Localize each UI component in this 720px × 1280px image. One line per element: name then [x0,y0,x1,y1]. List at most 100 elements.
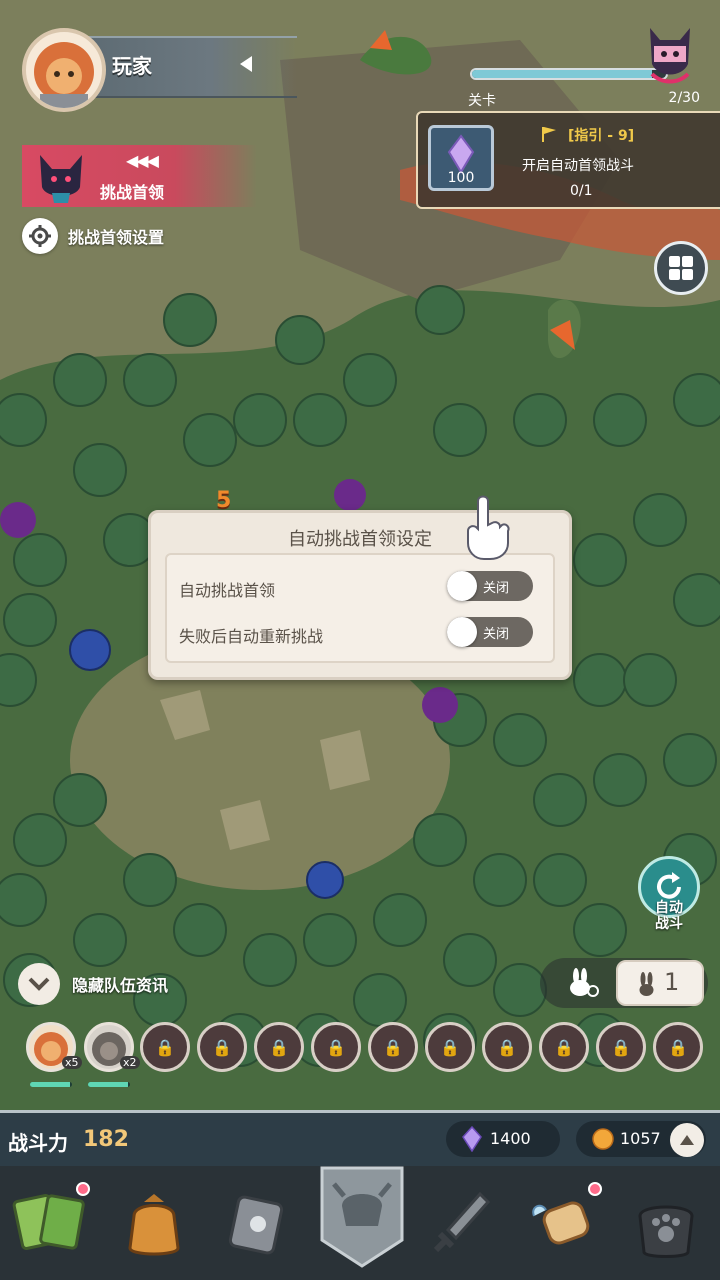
auto-challenge-boss-label: 自动挑战首领 [179,581,276,600]
gem-amount: 1400 [490,1129,531,1148]
triple-arrow-left-icon: ◀◀◀ [126,151,159,170]
dialog-options: 自动挑战首领 关闭 失败后自动重新挑战 关闭 [165,553,555,663]
rabbit-icon [639,972,654,996]
hero-count-badge: x5 [62,1056,82,1069]
stage-count: 2/30 [668,90,700,106]
coin-icon [592,1128,614,1150]
auto-retry-label: 失败后自动重新挑战 [179,627,324,646]
auto-battle-label-line2: 战斗 [655,916,683,932]
lock-icon: 🔒 [440,1037,460,1057]
arrow-left-icon [240,56,252,72]
toggle-knob [447,617,477,647]
locked-slot[interactable]: 🔒 [368,1022,418,1072]
player-avatar[interactable] [22,28,106,112]
toggle-state-label: 关闭 [483,581,510,596]
lock-icon: 🔒 [611,1037,631,1057]
nav-pet-button[interactable] [618,1176,714,1272]
quest-progress: 0/1 [570,183,593,199]
nav-battle-button[interactable] [314,1166,410,1268]
rabbit-settings-icon[interactable] [566,968,600,998]
boss-settings-button[interactable]: 挑战首领设置 [22,217,164,255]
hide-team-label: 隐藏队伍资讯 [72,976,169,995]
nav-cards-button[interactable] [4,1176,100,1272]
combat-power-label: 战斗力 [8,1131,68,1155]
auto-challenge-boss-toggle[interactable]: 关闭 [447,571,533,601]
nav-bag-button[interactable] [106,1176,202,1272]
auto-battle-label: 自动 战斗 [638,900,700,932]
player-info[interactable]: 玩家 [22,28,297,112]
locked-slot[interactable]: 🔒 [311,1022,361,1072]
boss-portrait [32,147,90,205]
triangle-up-icon [680,1135,694,1145]
stage-label: 关卡 [468,93,496,109]
stats-bar: 战斗力 182 1400 1057 [0,1110,720,1166]
pawprint-bag-icon [638,1205,694,1258]
locked-slot[interactable]: 🔒 [425,1022,475,1072]
notification-dot [76,1182,90,1196]
hero-hp-bar [30,1082,72,1087]
flag-icon [540,125,558,147]
lock-icon: 🔒 [497,1037,517,1057]
refresh-icon [657,872,681,899]
hero-count-badge: x2 [120,1056,140,1069]
boss-settings-label: 挑战首领设置 [68,228,165,247]
player-name: 玩家 [112,54,152,78]
quest-panel[interactable]: 100 [指引 - 9] 开启自动首领战斗 0/1 [416,111,720,209]
quest-description: 开启自动首领战斗 [522,158,634,174]
gem-counter[interactable]: 1400 [446,1121,560,1157]
team-slots: x5 x2 🔒 🔒 🔒 🔒 🔒 🔒 🔒 🔒 🔒 🔒 [24,1020,720,1090]
menu-grid-button[interactable] [654,241,708,295]
auto-battle-button[interactable]: 自动 战斗 [638,856,702,940]
lock-icon: 🔒 [668,1037,688,1057]
helmet-icon [320,1166,404,1268]
lock-icon: 🔒 [212,1037,232,1057]
hero-hp-fill [30,1082,70,1087]
lock-icon: 🔒 [326,1037,346,1057]
locked-slot[interactable]: 🔒 [254,1022,304,1072]
challenge-boss-button[interactable]: ◀◀◀ 挑战首领 [22,145,257,207]
nav-scroll-button[interactable] [516,1176,612,1272]
stage-boss-icon [642,18,698,88]
locked-slot[interactable]: 🔒 [197,1022,247,1072]
challenge-boss-label: 挑战首领 [100,183,165,202]
stage-progress-bar [470,68,668,80]
auto-battle-label-line1: 自动 [655,900,683,916]
nav-book-button[interactable] [208,1176,304,1272]
grid-icon [669,256,693,280]
notification-dot [588,1182,602,1196]
lock-icon: 🔒 [155,1037,175,1057]
lock-icon: 🔒 [554,1037,574,1057]
quest-reward-amount: 100 [447,170,475,186]
crystal-icon [462,1126,482,1152]
hide-team-info-button[interactable]: 隐藏队伍资讯 [18,963,168,1005]
chevron-down-icon [18,963,60,1005]
sword-icon [433,1191,491,1253]
bottom-navigation [0,1166,720,1280]
wrench-book-icon [228,1195,284,1255]
expand-up-button[interactable] [670,1123,704,1157]
speed-value: 1 [664,968,680,996]
nav-sword-button[interactable] [414,1176,510,1272]
combat-power-value: 182 [83,1127,129,1152]
quest-reward: 100 [428,125,494,191]
locked-slot[interactable]: 🔒 [596,1022,646,1072]
locked-slot[interactable]: 🔒 [653,1022,703,1072]
toggle-state-label: 关闭 [483,627,510,642]
speed-button[interactable]: 1 [616,960,704,1006]
quest-title: [指引 - 9] [568,128,635,144]
speed-controls: 1 [540,958,708,1008]
toggle-knob [447,571,477,601]
lock-icon: 🔒 [269,1037,289,1057]
tutorial-hand-pointer-icon [458,495,514,561]
hero-hp-bar [88,1082,130,1087]
stage-progress-fill [472,70,653,78]
locked-slot[interactable]: 🔒 [482,1022,532,1072]
locked-slot[interactable]: 🔒 [140,1022,190,1072]
hero-hp-fill [88,1082,128,1087]
auto-retry-toggle[interactable]: 关闭 [447,617,533,647]
locked-slot[interactable]: 🔒 [539,1022,589,1072]
lock-icon: 🔒 [383,1037,403,1057]
coin-amount: 1057 [620,1129,661,1148]
gear-icon [22,218,58,254]
bag-icon [128,1194,180,1256]
